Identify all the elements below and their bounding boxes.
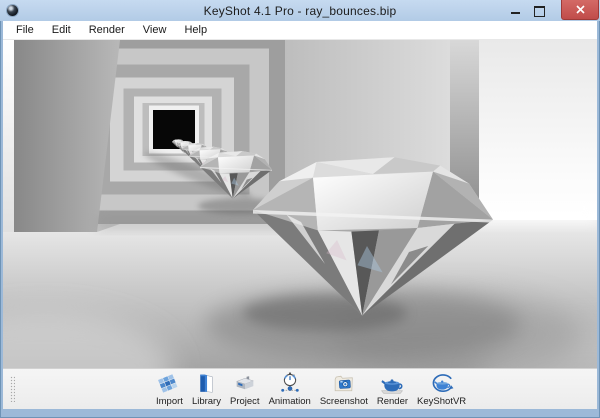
project-button[interactable]: Project <box>229 371 261 407</box>
toolbar-label: Library <box>192 396 221 407</box>
window-title: KeyShot 4.1 Pro - ray_bounces.bip <box>0 4 600 18</box>
menu-help[interactable]: Help <box>175 21 216 39</box>
toolbar-label: Screenshot <box>320 396 368 407</box>
animation-icon <box>277 371 303 396</box>
left-edge-wall <box>3 40 14 236</box>
window-bottom-border <box>0 409 600 417</box>
toolbar-label: Render <box>377 396 408 407</box>
toolbar-label: Import <box>156 396 183 407</box>
toolbar-label: Animation <box>269 396 311 407</box>
project-icon <box>232 371 258 396</box>
maximize-icon[interactable] <box>534 6 545 17</box>
render-viewport[interactable] <box>3 40 597 368</box>
keyshotvr-button[interactable]: KeyShotVR <box>416 371 467 407</box>
white-wall <box>479 40 597 221</box>
import-button[interactable]: Import <box>155 371 184 407</box>
window-controls <box>511 0 600 21</box>
toolbar: Import Library <box>3 368 597 409</box>
toolbar-grip[interactable] <box>10 376 15 402</box>
toolbar-label: Project <box>230 396 260 407</box>
library-button[interactable]: Library <box>191 371 222 407</box>
close-icon[interactable] <box>561 0 599 20</box>
keyshotvr-icon <box>429 371 455 396</box>
screenshot-icon <box>331 371 357 396</box>
minimize-icon[interactable] <box>511 12 520 14</box>
menu-view[interactable]: View <box>134 21 176 39</box>
render-button[interactable]: Render <box>376 371 409 407</box>
menu-render[interactable]: Render <box>80 21 134 39</box>
titlebar[interactable]: KeyShot 4.1 Pro - ray_bounces.bip <box>0 0 600 21</box>
library-icon <box>193 371 219 396</box>
menu-file[interactable]: File <box>7 21 43 39</box>
render-icon <box>379 371 405 396</box>
app-window: KeyShot 4.1 Pro - ray_bounces.bip File E… <box>0 0 600 418</box>
animation-button[interactable]: Animation <box>268 371 312 407</box>
toolbar-label: KeyShotVR <box>417 396 466 407</box>
menubar: File Edit Render View Help <box>3 21 597 40</box>
menu-edit[interactable]: Edit <box>43 21 80 39</box>
screenshot-button[interactable]: Screenshot <box>319 371 369 407</box>
import-icon <box>156 371 182 396</box>
